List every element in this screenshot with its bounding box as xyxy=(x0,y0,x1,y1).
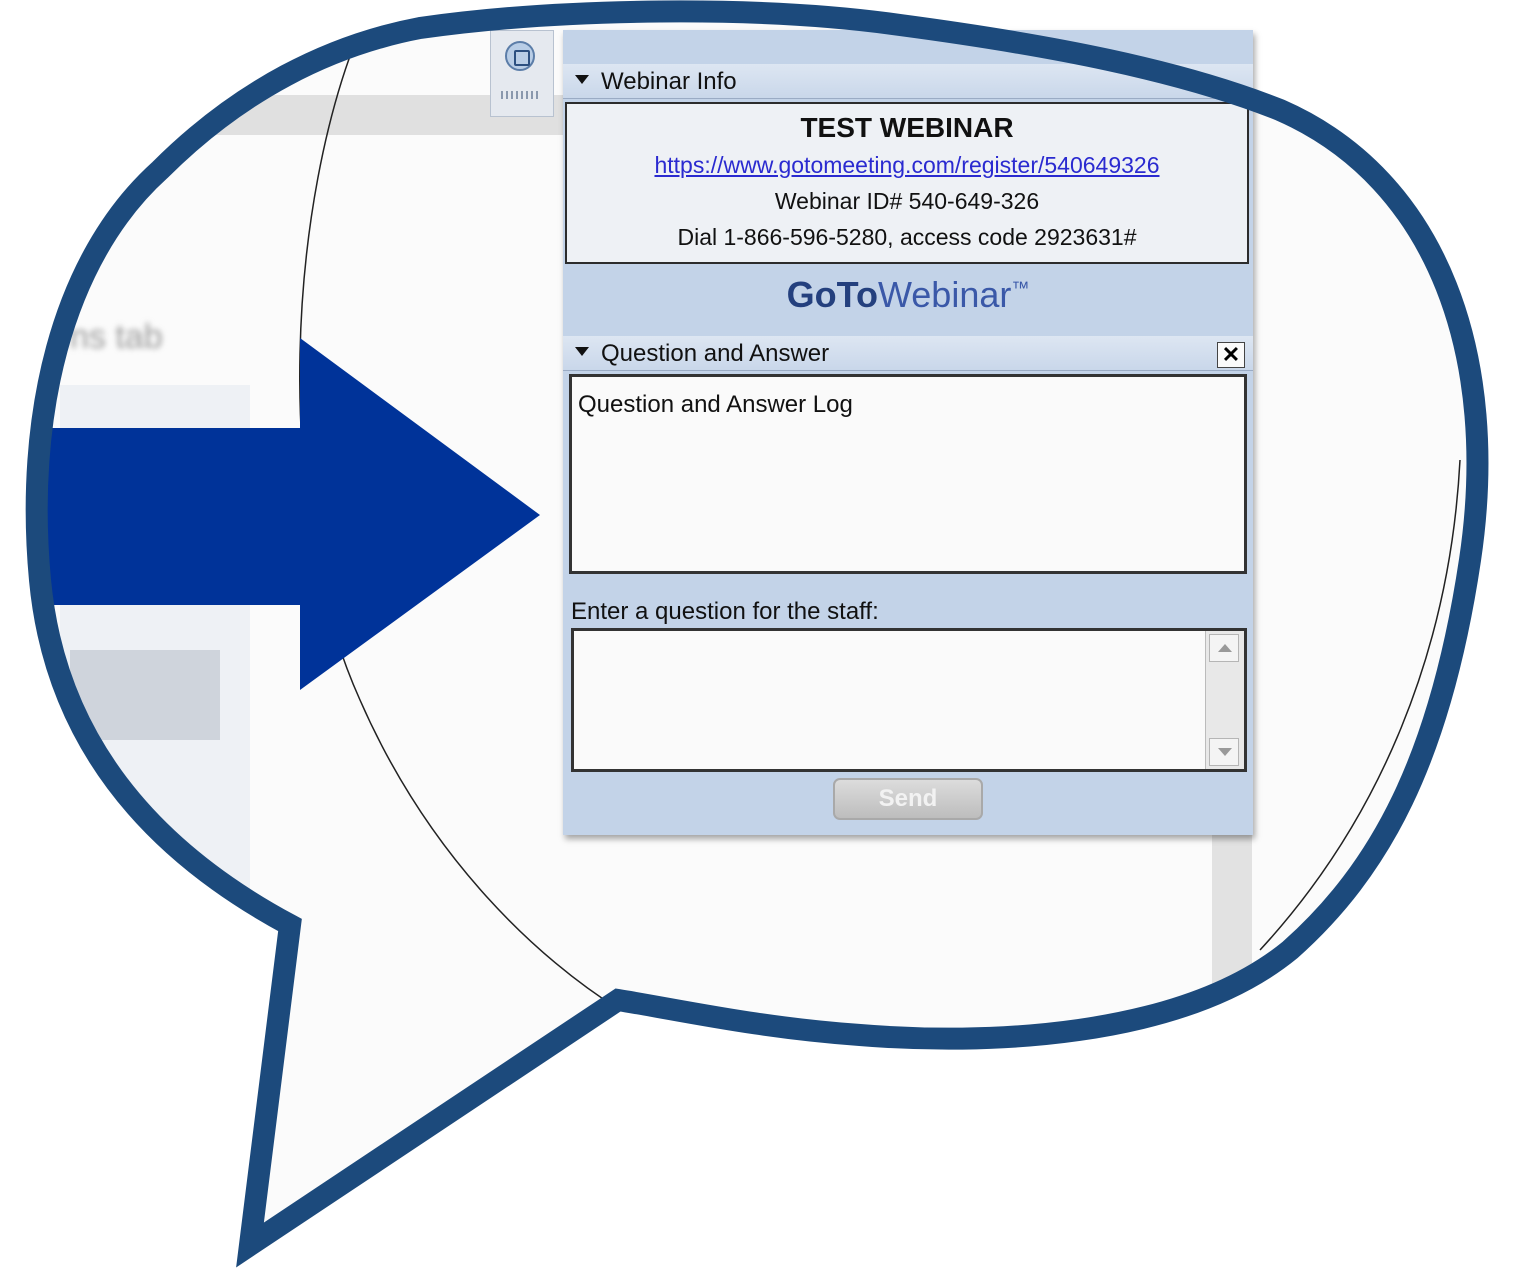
webinar-id: Webinar ID# 540-649-326 xyxy=(774,188,1040,214)
webinar-info-header[interactable]: Webinar Info xyxy=(563,64,1253,99)
qa-log-area[interactable]: Question and Answer Log xyxy=(569,374,1247,574)
qa-header[interactable]: Question and Answer ✕ xyxy=(563,336,1253,371)
toolbar-fragment xyxy=(490,30,554,117)
dial-in-info: Dial 1-866-596-5280, access code 2923631… xyxy=(677,224,1137,250)
background-app-title: ns tab xyxy=(70,318,163,356)
question-input-scrollbar[interactable] xyxy=(1205,631,1244,769)
logo-go-part: GoTo xyxy=(786,274,878,315)
scroll-up-icon[interactable] xyxy=(1209,634,1239,662)
send-button[interactable]: Send xyxy=(833,778,983,820)
toolbar-grip-icon[interactable] xyxy=(501,91,541,99)
question-prompt-label: Enter a question for the staff: xyxy=(571,598,879,625)
qa-log-text: Question and Answer Log xyxy=(578,391,853,418)
webinar-info-header-label: Webinar Info xyxy=(601,68,737,95)
gotowebinar-logo: GoToWebinar™ xyxy=(563,274,1253,316)
webinar-info-box: TEST WEBINAR https://www.gotomeeting.com… xyxy=(565,102,1249,264)
close-icon[interactable]: ✕ xyxy=(1217,342,1245,368)
question-input[interactable] xyxy=(571,628,1247,772)
logo-webinar-part: Webinar xyxy=(877,274,1012,315)
scroll-down-icon[interactable] xyxy=(1209,738,1239,766)
logo-tm: ™ xyxy=(1011,278,1030,298)
qa-header-label: Question and Answer xyxy=(601,340,830,367)
collapse-triangle-icon[interactable] xyxy=(575,347,589,356)
webinar-title: TEST WEBINAR xyxy=(800,112,1014,143)
webinar-control-panel: Webinar Info TEST WEBINAR https://www.go… xyxy=(563,30,1253,835)
toolbar-window-icon[interactable] xyxy=(505,41,535,71)
registration-link[interactable]: https://www.gotomeeting.com/register/540… xyxy=(567,152,1247,179)
collapse-triangle-icon[interactable] xyxy=(575,75,589,84)
